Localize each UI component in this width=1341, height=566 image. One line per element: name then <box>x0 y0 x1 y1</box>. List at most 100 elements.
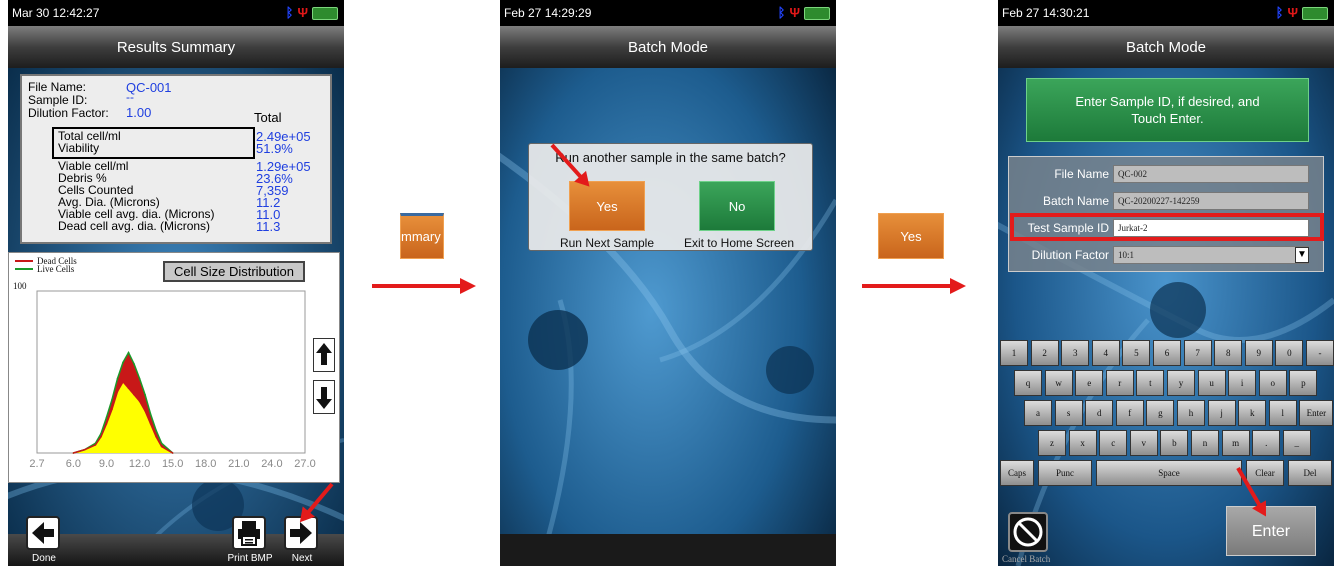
y-tick-label: 100 <box>13 281 27 291</box>
key-x[interactable]: x <box>1068 430 1097 456</box>
key-space[interactable]: Space <box>1096 460 1242 486</box>
key-3[interactable]: 3 <box>1061 340 1090 366</box>
cell-size-chart: Dead CellsLive Cells1002.7 6.0 9.0 12.0 15.0… <box>13 256 316 470</box>
usb-icon: Ψ <box>789 5 800 20</box>
field-input[interactable]: QC-002 <box>1113 165 1309 183</box>
key-8[interactable]: 8 <box>1214 340 1243 366</box>
battery-icon <box>1302 6 1328 20</box>
data-point <box>138 377 141 380</box>
key-y[interactable]: y <box>1167 370 1195 396</box>
key-r[interactable]: r <box>1105 370 1134 396</box>
prohibited-icon <box>1013 517 1043 547</box>
x-tick-label: 27.0 <box>294 458 315 470</box>
key-c[interactable]: c <box>1099 430 1128 456</box>
done-label: Done <box>32 553 56 564</box>
next-label: Next <box>291 553 313 564</box>
key-enter[interactable]: Enter <box>1299 400 1334 426</box>
key-j[interactable]: j <box>1207 400 1236 426</box>
key-h[interactable]: h <box>1177 400 1205 426</box>
x-tick-label: 15.0 <box>162 458 183 470</box>
key-o[interactable]: o <box>1258 370 1287 396</box>
key-_[interactable]: _ <box>1282 430 1311 456</box>
key-b[interactable]: b <box>1160 430 1189 456</box>
battery-icon <box>312 6 338 20</box>
key-v[interactable]: v <box>1129 430 1158 456</box>
key-punc[interactable]: Punc <box>1038 460 1092 486</box>
plot-area <box>36 290 306 454</box>
key-f[interactable]: f <box>1115 400 1144 426</box>
bluetooth-icon: ᛒ <box>1275 5 1284 20</box>
key-4[interactable]: 4 <box>1091 340 1120 366</box>
data-point <box>105 423 108 425</box>
batch-mode-entry-screen: Feb 27 14:30:21 ᛒΨ Batch Mode Enter Samp… <box>998 0 1334 566</box>
flow-arrow-1 <box>372 284 464 288</box>
key-0[interactable]: 0 <box>1275 340 1304 366</box>
no-caption: Exit to Home Screen <box>683 236 795 250</box>
cancel-batch-button[interactable] <box>1008 512 1048 552</box>
data-point <box>83 448 86 451</box>
result-value: 51.9% <box>256 141 293 156</box>
data-point <box>155 429 157 432</box>
done-button[interactable] <box>26 516 60 550</box>
key-5[interactable]: 5 <box>1122 340 1151 366</box>
key-6[interactable]: 6 <box>1153 340 1181 366</box>
dilution-value: 1.00 <box>126 105 152 120</box>
result-label: Dead cell avg. dia. (Microns) <box>58 219 211 233</box>
data-point <box>144 410 146 412</box>
key-w[interactable]: w <box>1044 370 1073 396</box>
key-7[interactable]: 7 <box>1183 340 1212 366</box>
key-9[interactable]: 9 <box>1244 340 1273 366</box>
field-label: File Name <box>1054 167 1109 181</box>
data-point <box>133 363 135 365</box>
result-label: Viability <box>58 141 100 155</box>
x-tick-label: 24.0 <box>261 458 282 470</box>
page-title: Results Summary <box>8 26 344 68</box>
key-1[interactable]: 1 <box>1000 340 1028 366</box>
status-bar: Feb 27 14:29:29 ᛒΨ <box>500 0 836 26</box>
key--[interactable]: - <box>1306 340 1334 366</box>
key-i[interactable]: i <box>1228 370 1257 396</box>
usb-icon: Ψ <box>1287 5 1298 20</box>
key-del[interactable]: Del <box>1288 460 1332 486</box>
scroll-down-button[interactable] <box>313 380 335 414</box>
no-button[interactable]: No <box>699 181 775 231</box>
data-point <box>122 361 124 364</box>
key-g[interactable]: g <box>1146 400 1175 426</box>
sample-id-value: -- <box>126 90 134 104</box>
key-a[interactable]: a <box>1024 400 1052 426</box>
key-m[interactable]: m <box>1221 430 1250 456</box>
status-bar: Mar 30 12:42:27 ᛒΨ <box>8 0 344 26</box>
key-k[interactable]: k <box>1238 400 1267 426</box>
key-t[interactable]: t <box>1136 370 1165 396</box>
data-point <box>149 413 152 415</box>
key-p[interactable]: p <box>1289 370 1318 396</box>
field-input[interactable]: QC-20200227-142259 <box>1113 192 1309 210</box>
key-l[interactable]: l <box>1268 400 1297 426</box>
key-q[interactable]: q <box>1014 370 1042 396</box>
key-caps[interactable]: Caps <box>1000 460 1034 486</box>
highlight-box <box>1010 213 1324 241</box>
key-z[interactable]: z <box>1038 430 1066 456</box>
total-header: Total <box>254 110 282 125</box>
print-bmp-button[interactable] <box>232 516 266 550</box>
chevron-down-icon[interactable]: ▼ <box>1295 247 1309 263</box>
key-2[interactable]: 2 <box>1030 340 1059 366</box>
key-u[interactable]: u <box>1197 370 1226 396</box>
summary-button-crop: mmary <box>400 213 444 259</box>
cell-size-distribution-button[interactable]: Cell Size Distribution <box>163 261 305 282</box>
data-point <box>171 452 174 454</box>
data-point <box>111 408 113 411</box>
instruction-banner: Enter Sample ID, if desired, and Touch E… <box>1026 78 1309 142</box>
key-d[interactable]: d <box>1085 400 1114 426</box>
key-e[interactable]: e <box>1075 370 1104 396</box>
key-n[interactable]: n <box>1191 430 1219 456</box>
key-clear[interactable]: Clear <box>1246 460 1284 486</box>
flow-arrow-1-head <box>460 278 476 294</box>
key-s[interactable]: s <box>1054 400 1083 426</box>
field-input[interactable]: 10:1 <box>1113 246 1309 264</box>
usb-icon: Ψ <box>297 5 308 20</box>
scroll-up-button[interactable] <box>313 338 335 372</box>
results-summary-screen: Mar 30 12:42:27 ᛒΨ Results Summary File … <box>8 0 344 566</box>
dilution-label: Dilution Factor: <box>28 106 109 120</box>
key-.[interactable]: . <box>1252 430 1281 456</box>
